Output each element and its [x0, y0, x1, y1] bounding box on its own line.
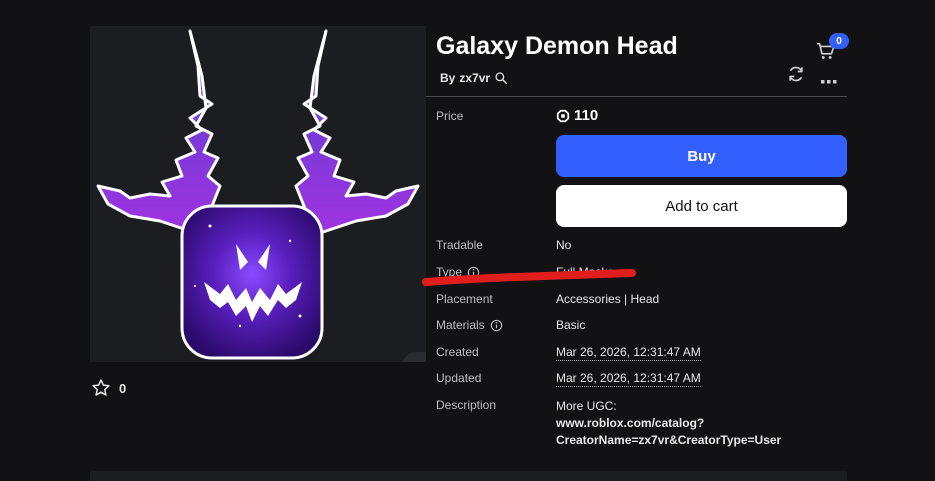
price-label: Price: [436, 109, 464, 123]
favorite-row: 0: [91, 378, 126, 398]
price-value: 110: [556, 107, 598, 124]
description-link[interactable]: www.roblox.com/catalog?: [556, 415, 781, 432]
description-link-continued[interactable]: CreatorName=zx7vr&CreatorType=User: [556, 432, 781, 449]
materials-value: Basic: [556, 318, 586, 332]
created-value: Mar 26, 2026, 12:31:47 AM: [556, 345, 701, 361]
refresh-icon: [789, 66, 803, 82]
materials-label: Materials: [436, 318, 485, 332]
updated-label: Updated: [436, 371, 482, 385]
description-label: Description: [436, 398, 497, 412]
red-annotation-mark: [422, 269, 636, 286]
created-label: Created: [436, 345, 479, 359]
creator-row: By zx7vr: [440, 71, 508, 85]
materials-label-row: Materials: [436, 318, 503, 332]
star-icon[interactable]: [91, 378, 111, 398]
bottom-panel: [90, 471, 847, 481]
creator-prefix: By: [440, 71, 456, 85]
favorite-count: 0: [119, 380, 127, 396]
creator-link[interactable]: zx7vr: [459, 71, 490, 85]
updated-value: Mar 26, 2026, 12:31:47 AM: [556, 371, 701, 387]
placement-value[interactable]: Accessories | Head: [556, 292, 659, 306]
header-divider: [426, 96, 847, 97]
tradable-label: Tradable: [436, 238, 483, 252]
description-text: More UGC: www.roblox.com/catalog? Creato…: [556, 398, 781, 449]
galaxy-demon-head-image: [96, 29, 420, 360]
tradable-value: No: [556, 238, 572, 252]
more-options-button[interactable]: [821, 72, 837, 90]
item-title: Galaxy Demon Head: [436, 32, 678, 60]
ellipsis-icon: [821, 80, 837, 84]
add-to-cart-button[interactable]: Add to cart: [556, 185, 847, 227]
placement-label: Placement: [436, 292, 493, 306]
price-amount: 110: [574, 107, 599, 124]
buy-button[interactable]: Buy: [556, 135, 847, 177]
item-thumbnail: Try On 3D: [90, 26, 426, 362]
info-icon[interactable]: [490, 319, 503, 332]
refresh-button[interactable]: [786, 64, 806, 89]
cart-count-badge: 0: [829, 33, 849, 49]
robux-icon: [556, 109, 570, 122]
description-line: More UGC:: [556, 399, 617, 413]
search-icon[interactable]: [494, 71, 508, 85]
